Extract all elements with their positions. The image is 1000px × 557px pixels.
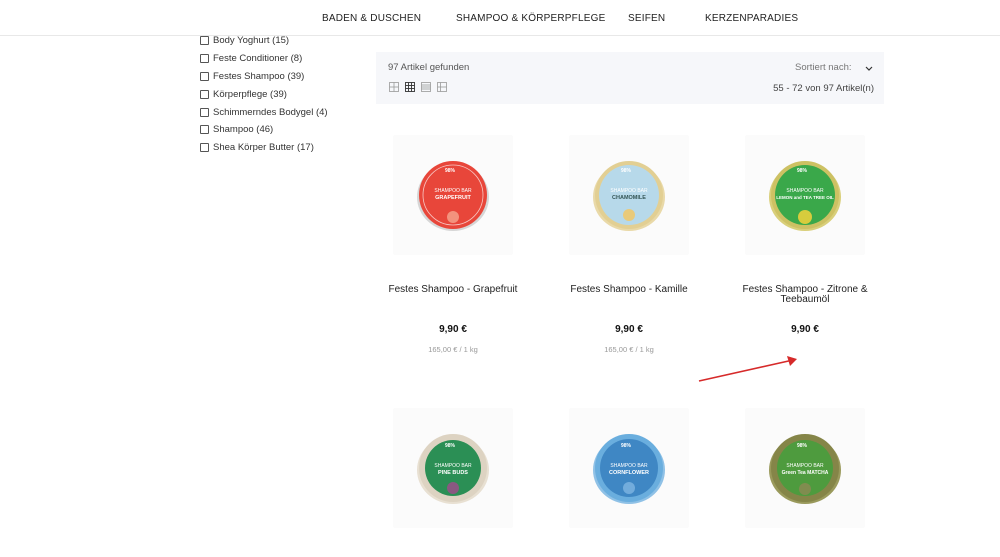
product-image[interactable]: 98% SHAMPOO BAR Green Tea MATCHA xyxy=(745,408,865,528)
product-image[interactable]: 98% SHAMPOO BAR GRAPEFRUIT xyxy=(393,135,513,255)
filter-shampoo[interactable]: Shampoo (46) xyxy=(200,122,273,136)
nav-shampoo-koerperpflege[interactable]: SHAMPOO & KÖRPERPFLEGE xyxy=(456,13,605,24)
filter-checkbox[interactable] xyxy=(200,89,209,99)
soap-label: GRAPEFRUIT xyxy=(435,195,471,201)
product-title[interactable]: Festes Shampoo - Grapefruit xyxy=(368,285,538,295)
chevron-down-icon[interactable] xyxy=(864,65,874,73)
listing-toolbar: 97 Artikel gefunden Sortiert nach: 55 - … xyxy=(376,52,884,104)
top-navigation: BADEN & DUSCHEN SHAMPOO & KÖRPERPFLEGE S… xyxy=(0,0,1000,36)
nav-baden-duschen[interactable]: BADEN & DUSCHEN xyxy=(322,13,421,24)
product-unit-price: 165,00 € / 1 kg xyxy=(428,345,478,354)
grid-3-view-icon[interactable] xyxy=(405,82,415,92)
soap-subtitle: SHAMPOO BAR xyxy=(434,463,472,469)
filter-checkbox[interactable] xyxy=(200,53,209,63)
filter-checkbox[interactable] xyxy=(200,35,209,45)
filter-label: Festes Shampoo (39) xyxy=(213,70,305,82)
soap-badge: 98% xyxy=(797,443,808,449)
filter-shea-koerper-butter[interactable]: Shea Körper Butter (17) xyxy=(200,140,314,154)
grid-4-view-icon[interactable] xyxy=(421,82,431,92)
filter-feste-conditioner[interactable]: Feste Conditioner (8) xyxy=(200,51,302,65)
soap-badge: 98% xyxy=(445,168,456,174)
soap-badge: 98% xyxy=(445,443,456,449)
filter-label: Feste Conditioner (8) xyxy=(213,52,303,64)
filter-label: Shampoo (46) xyxy=(213,123,274,135)
soap-subtitle: SHAMPOO BAR xyxy=(610,188,648,194)
soap-badge: 98% xyxy=(621,443,632,449)
soap-badge: 98% xyxy=(621,168,632,174)
filter-checkbox[interactable] xyxy=(200,107,209,117)
product-unit-price: 165,00 € / 1 kg xyxy=(604,345,654,354)
sort-label[interactable]: Sortiert nach: xyxy=(795,62,852,73)
results-count: 97 Artikel gefunden xyxy=(388,62,470,73)
filter-schimmerndes-bodygel[interactable]: Schimmerndes Bodygel (4) xyxy=(200,105,328,119)
nav-kerzenparadies[interactable]: KERZENPARADIES xyxy=(705,13,798,24)
filter-label: Shea Körper Butter (17) xyxy=(213,141,314,153)
filter-body-yoghurt[interactable]: Body Yoghurt (15) xyxy=(200,33,289,47)
product-price: 9,90 € xyxy=(439,324,467,335)
soap-label: CHAMOMILE xyxy=(612,195,646,201)
filter-checkbox[interactable] xyxy=(200,142,209,152)
filter-checkbox[interactable] xyxy=(200,71,209,81)
soap-subtitle: SHAMPOO BAR xyxy=(786,188,824,194)
soap-label: CORNFLOWER xyxy=(608,470,650,476)
product-price: 9,90 € xyxy=(615,324,643,335)
product-title[interactable]: Festes Shampoo - Zitrone & Teebaumöl xyxy=(720,285,890,305)
filter-label: Körperpflege (39) xyxy=(213,88,287,100)
soap-subtitle: SHAMPOO BAR xyxy=(786,463,824,469)
filter-koerperpflege[interactable]: Körperpflege (39) xyxy=(200,87,287,101)
soap-label: LEMON and TEA TREE OIL xyxy=(776,195,834,200)
product-image[interactable]: 98% SHAMPOO BAR LEMON and TEA TREE OIL xyxy=(745,135,865,255)
nav-seifen[interactable]: SEIFEN xyxy=(628,13,665,24)
product-price: 9,90 € xyxy=(791,324,819,335)
soap-label: Green Tea MATCHA xyxy=(781,470,829,476)
red-arrow-annotation xyxy=(698,356,797,382)
filter-label: Body Yoghurt (15) xyxy=(213,34,290,46)
list-view-icon[interactable] xyxy=(437,82,447,92)
product-title[interactable]: Festes Shampoo - Kamille xyxy=(544,285,714,295)
filter-checkbox[interactable] xyxy=(200,124,209,134)
soap-label: PINE BUDS xyxy=(438,470,468,476)
soap-badge: 98% xyxy=(797,168,808,174)
soap-subtitle: SHAMPOO BAR xyxy=(434,188,472,194)
product-image[interactable]: 98% SHAMPOO BAR CORNFLOWER xyxy=(569,408,689,528)
filter-festes-shampoo[interactable]: Festes Shampoo (39) xyxy=(200,69,304,83)
grid-2-view-icon[interactable] xyxy=(389,82,399,92)
product-image[interactable]: 98% SHAMPOO BAR PINE BUDS xyxy=(393,408,513,528)
pagination-range: 55 - 72 von 97 Artikel(n) xyxy=(773,83,874,94)
product-image[interactable]: 98% SHAMPOO BAR CHAMOMILE xyxy=(569,135,689,255)
filter-label: Schimmerndes Bodygel (4) xyxy=(213,106,328,118)
soap-subtitle: SHAMPOO BAR xyxy=(610,463,648,469)
